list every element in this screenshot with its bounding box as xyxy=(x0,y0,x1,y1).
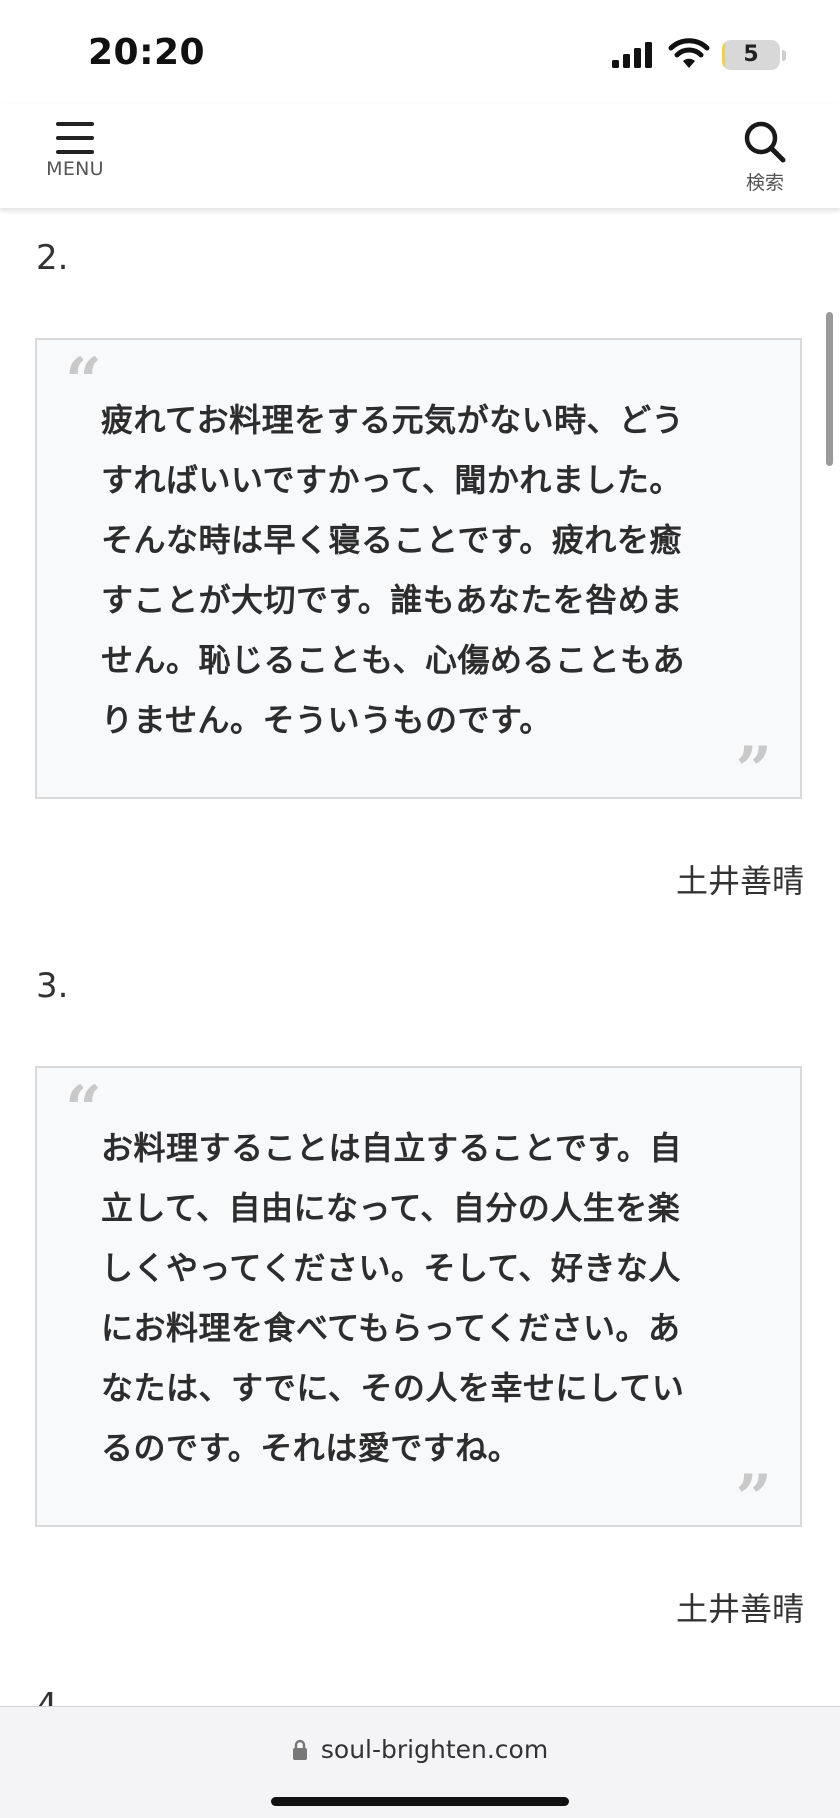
cellular-signal-icon xyxy=(612,42,652,68)
quote-text: 疲れてお料理をする元気がない時、どう すればいいですかって、聞かれました。 そん… xyxy=(101,390,741,750)
open-quote-icon: “ xyxy=(65,344,102,419)
status-bar: 20:20 5 xyxy=(0,0,840,104)
battery-icon: 5 xyxy=(722,40,780,70)
menu-button[interactable]: MENU xyxy=(36,116,114,202)
search-label: 検索 xyxy=(745,172,784,194)
browser-address-bar[interactable]: soul-brighten.com xyxy=(0,1706,840,1818)
quote-line: すことが大切です。誰もあなたを咎めま xyxy=(101,581,683,619)
battery-level: 5 xyxy=(743,42,759,67)
open-quote-icon: “ xyxy=(65,1072,102,1147)
quote-author: 土井善晴 xyxy=(675,862,804,900)
quote-line: るのです。それは愛ですね。 xyxy=(101,1429,521,1467)
page: 20:20 5 MENU 検索 2. “ 疲れてお料理をする元気がない時、どう … xyxy=(0,0,840,1818)
quote-line: なたは、すでに、その人を幸せにしてい xyxy=(101,1369,685,1407)
battery-tip xyxy=(782,50,786,61)
status-time: 20:20 xyxy=(88,32,206,73)
quote-number: 3. xyxy=(36,966,69,1006)
scroll-indicator[interactable] xyxy=(826,312,833,466)
quote-line: お料理することは自立することです。自 xyxy=(101,1129,682,1167)
quote-line: せん。恥じることも、心傷めることもあ xyxy=(101,641,686,679)
close-quote-icon: ” xyxy=(735,733,772,808)
wifi-icon xyxy=(668,38,710,68)
quote-line: そんな時は早く寝ることです。疲れを癒 xyxy=(101,521,682,559)
blockquote: “ 疲れてお料理をする元気がない時、どう すればいいですかって、聞かれました。 … xyxy=(35,338,802,803)
quote-line: にお料理を食べてもらってください。あ xyxy=(101,1309,681,1347)
url-display[interactable]: soul-brighten.com xyxy=(0,1735,840,1764)
search-icon xyxy=(744,121,786,163)
lock-icon xyxy=(292,1739,307,1760)
close-quote-icon: ” xyxy=(735,1461,772,1536)
quote-text: お料理することは自立することです。自 立して、自由になって、自分の人生を楽 しく… xyxy=(101,1118,741,1478)
quote-author: 土井善晴 xyxy=(675,1590,804,1628)
url-text: soul-brighten.com xyxy=(320,1735,549,1764)
home-indicator[interactable] xyxy=(271,1797,569,1806)
quote-line: しくやってください。そして、好きな人 xyxy=(101,1249,681,1287)
quote-line: 立して、自由になって、自分の人生を楽 xyxy=(101,1189,681,1227)
blockquote: “ お料理することは自立することです。自 立して、自由になって、自分の人生を楽 … xyxy=(35,1066,802,1531)
quote-line: りません。そういうものです。 xyxy=(101,701,552,739)
quote-line: 疲れてお料理をする元気がない時、どう xyxy=(101,401,685,439)
menu-label: MENU xyxy=(46,158,104,180)
quote-number: 2. xyxy=(36,238,69,278)
site-header: MENU 検索 xyxy=(0,104,840,208)
quote-line: すればいいですかって、聞かれました。 xyxy=(101,461,682,499)
hamburger-menu-icon xyxy=(56,122,94,154)
search-button[interactable]: 検索 xyxy=(730,116,800,202)
